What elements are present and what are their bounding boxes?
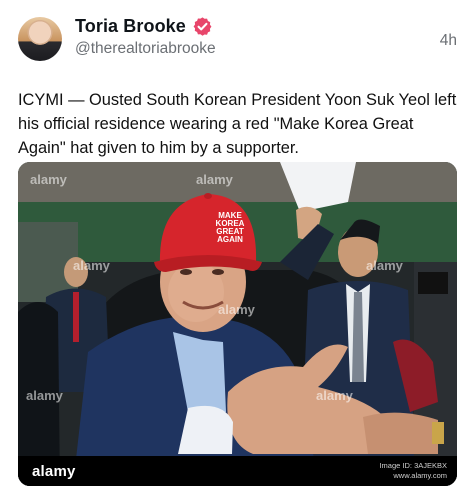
post-image[interactable]: MAKE KOREA GREAT AGAIN alamy alamy alamy… [18,162,457,486]
verified-badge-icon [192,16,213,37]
post-timestamp[interactable]: 4h [440,12,459,50]
watermark: alamy [366,258,403,273]
watermark: alamy [30,172,67,187]
author-name-row: Toria Brooke [75,16,440,37]
alamy-meta: Image ID: 3AJEKBX www.alamy.com [379,461,447,481]
photo-illustration: MAKE KOREA GREAT AGAIN [18,162,457,486]
post-header: Toria Brooke @therealtoriabrooke 4h [18,12,459,70]
watermark: alamy [26,388,63,403]
watermark: alamy [316,388,353,403]
image-id: Image ID: 3AJEKBX [379,461,447,470]
post-text: ICYMI — Ousted South Korean President Yo… [18,91,457,157]
author-info: Toria Brooke @therealtoriabrooke [75,12,440,58]
author-avatar[interactable] [18,17,62,61]
author-handle[interactable]: @therealtoriabrooke [75,40,440,58]
author-name[interactable]: Toria Brooke [75,16,186,37]
watermark: alamy [218,302,255,317]
watermark: alamy [196,172,233,187]
watermark: alamy [73,258,110,273]
hat-text-line-4: AGAIN [217,235,243,244]
alamy-logo: alamy [32,462,76,480]
alamy-footer-bar: alamy Image ID: 3AJEKBX www.alamy.com [18,456,457,486]
alamy-site: www.alamy.com [393,471,447,480]
